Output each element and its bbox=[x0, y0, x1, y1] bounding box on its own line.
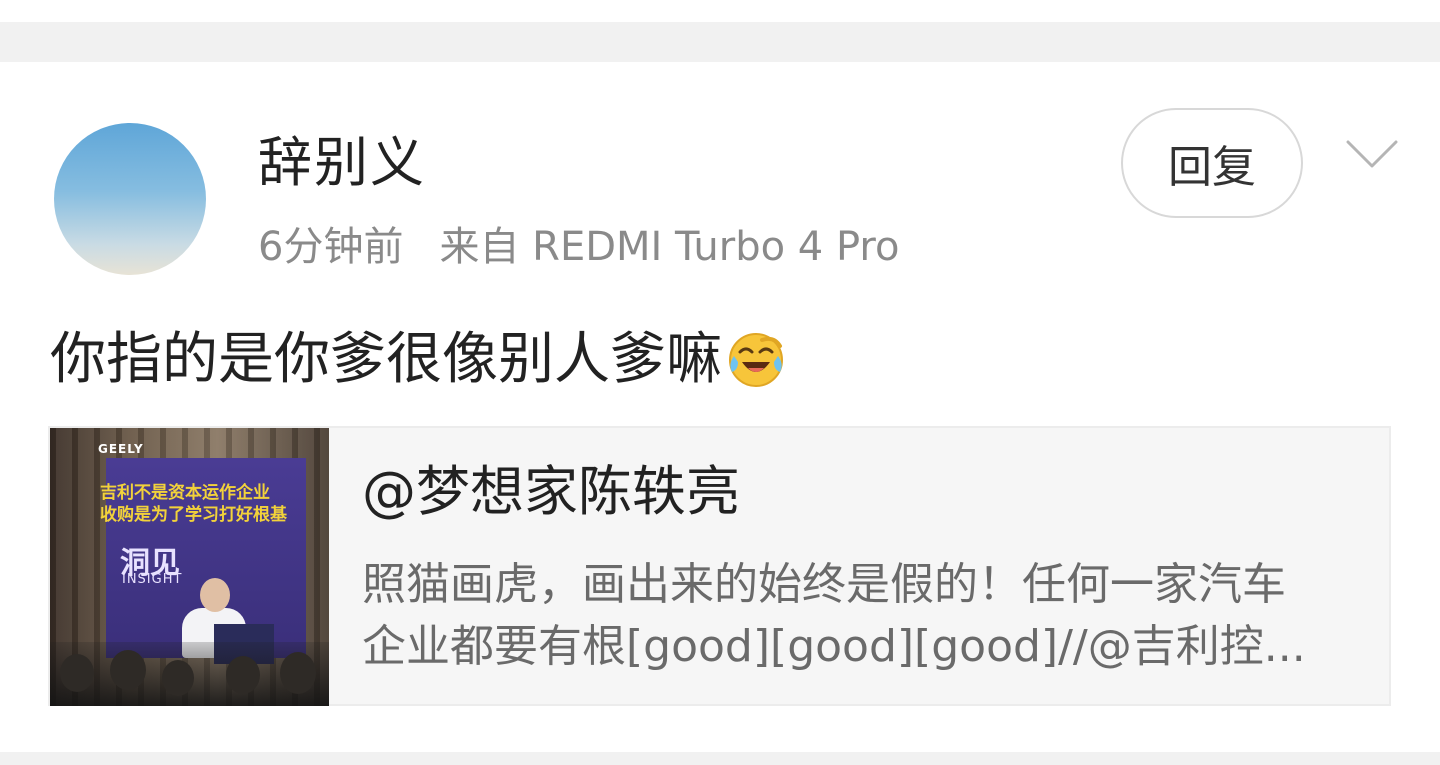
comment-meta: 6分钟前 来自 REDMI Turbo 4 Pro bbox=[258, 220, 899, 274]
section-divider-top bbox=[0, 22, 1440, 62]
comment-source: 来自 REDMI Turbo 4 Pro bbox=[439, 224, 900, 270]
thumbnail-crowd bbox=[50, 642, 329, 706]
quoted-post-author[interactable]: @梦想家陈轶亮 bbox=[362, 460, 740, 524]
quoted-post-text-line2: 企业都要有根[good][good][good]//@吉利控... bbox=[362, 621, 1306, 672]
quoted-post-text: 照猫画虎，画出来的始终是假的！任何一家汽车 企业都要有根[good][good]… bbox=[362, 554, 1372, 678]
top-band bbox=[0, 0, 1440, 22]
thumbnail-logo-en: INSIGHT bbox=[122, 572, 183, 587]
quoted-post-thumbnail[interactable]: GEELY 吉利不是资本运作企业 收购是为了学习打好根基 洞见 INSIGHT bbox=[50, 428, 329, 706]
comment-time: 6分钟前 bbox=[258, 224, 404, 270]
comment-card: 辞别义 6分钟前 来自 REDMI Turbo 4 Pro 回复 你指的是你爹很像… bbox=[0, 62, 1440, 752]
comment-text-row: 你指的是你爹很像别人爹嘛 bbox=[50, 324, 786, 396]
laugh-cry-emoji-icon bbox=[729, 333, 783, 387]
quoted-post-card[interactable]: GEELY 吉利不是资本运作企业 收购是为了学习打好根基 洞见 INSIGHT … bbox=[48, 426, 1391, 706]
section-divider-bottom bbox=[0, 752, 1440, 765]
thumbnail-brand: GEELY bbox=[98, 442, 144, 456]
quoted-post-text-line1: 照猫画虎，画出来的始终是假的！任何一家汽车 bbox=[362, 559, 1286, 610]
thumbnail-speaker-head bbox=[200, 578, 230, 612]
chevron-down-icon[interactable] bbox=[1344, 136, 1400, 176]
thumbnail-headline-line2: 收购是为了学习打好根基 bbox=[100, 505, 287, 525]
thumbnail-headline-line1: 吉利不是资本运作企业 bbox=[100, 483, 270, 503]
comment-author[interactable]: 辞别义 bbox=[258, 128, 426, 198]
comment-text: 你指的是你爹很像别人爹嘛 bbox=[50, 327, 722, 392]
avatar[interactable] bbox=[54, 123, 206, 275]
thumbnail-headline: 吉利不是资本运作企业 收购是为了学习打好根基 bbox=[100, 482, 320, 526]
reply-button[interactable]: 回复 bbox=[1121, 108, 1303, 218]
